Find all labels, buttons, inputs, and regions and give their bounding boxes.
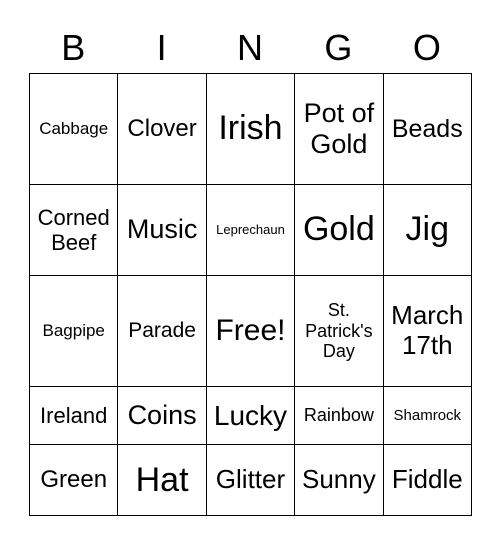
header-letter-i: I: [156, 27, 167, 68]
bingo-cell[interactable]: Coins: [117, 385, 207, 446]
grid-row: Corned Beef Music Leprechaun Gold Jig: [28, 184, 473, 276]
bingo-cell[interactable]: Green: [28, 444, 119, 516]
bingo-cell[interactable]: Hat: [117, 444, 207, 516]
bingo-cell[interactable]: Ireland: [28, 385, 119, 446]
header-letter-o: O: [412, 27, 441, 68]
bingo-cell[interactable]: Pot of Gold: [294, 72, 384, 186]
grid-row: Cabbage Clover Irish Pot of Gold Beads: [28, 72, 473, 186]
bingo-cell[interactable]: Sunny: [294, 444, 384, 516]
header-letter-b: B: [61, 27, 86, 68]
bingo-cell[interactable]: Beads: [382, 72, 473, 186]
bingo-cell[interactable]: Lucky: [205, 385, 296, 446]
bingo-cell[interactable]: Shamrock: [382, 385, 473, 446]
bingo-cell[interactable]: Jig: [382, 184, 473, 276]
grid-row: Bagpipe Parade Free! St. Patrick's Day M…: [28, 274, 473, 387]
header-letter-n: N: [237, 27, 264, 68]
bingo-cell[interactable]: Rainbow: [294, 385, 384, 446]
bingo-grid: Cabbage Clover Irish Pot of Gold Beads C…: [28, 72, 473, 516]
bingo-cell[interactable]: Leprechaun: [205, 184, 296, 276]
header-letter-g: G: [324, 27, 353, 68]
bingo-cell[interactable]: Gold: [294, 184, 384, 276]
bingo-cell[interactable]: Fiddle: [382, 444, 473, 516]
bingo-cell[interactable]: March 17th: [382, 274, 473, 387]
grid-row: Ireland Coins Lucky Rainbow Shamrock: [28, 385, 473, 446]
free-cell[interactable]: Free!: [205, 274, 296, 387]
bingo-cell[interactable]: Parade: [117, 274, 207, 387]
bingo-cell[interactable]: Cabbage: [28, 72, 119, 186]
grid-row: Green Hat Glitter Sunny Fiddle: [28, 444, 473, 516]
bingo-cell[interactable]: St. Patrick's Day: [294, 274, 384, 387]
bingo-cell[interactable]: Bagpipe: [28, 274, 119, 387]
bingo-cell[interactable]: Irish: [205, 72, 296, 186]
bingo-header: B I N G O: [29, 22, 471, 74]
bingo-cell[interactable]: Clover: [117, 72, 207, 186]
bingo-cell[interactable]: Glitter: [205, 444, 296, 516]
bingo-cell[interactable]: Corned Beef: [28, 184, 119, 276]
bingo-cell[interactable]: Music: [117, 184, 207, 276]
